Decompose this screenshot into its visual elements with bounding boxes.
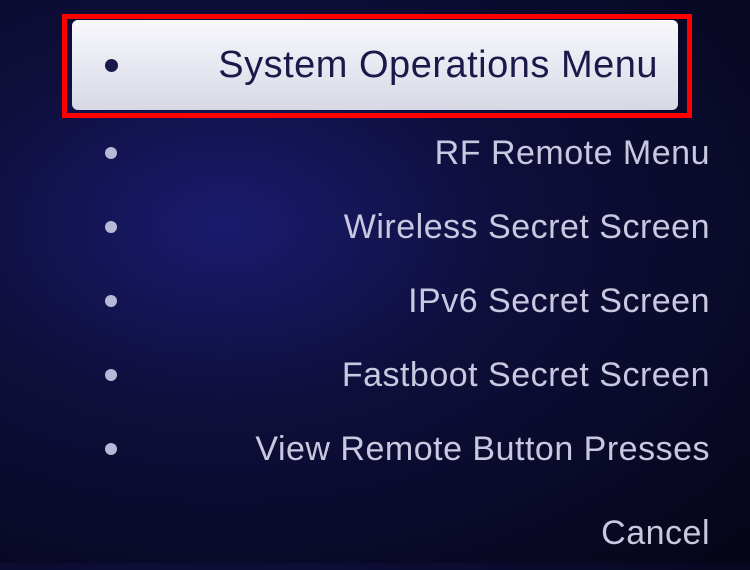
menu-item-view-remote-presses[interactable]: View Remote Button Presses (0, 412, 750, 486)
menu-item-cancel[interactable]: Cancel (0, 496, 750, 570)
secret-menu: System Operations Menu RF Remote Menu Wi… (0, 0, 750, 570)
menu-item-system-operations[interactable]: System Operations Menu (72, 20, 678, 110)
menu-item-fastboot-secret[interactable]: Fastboot Secret Screen (0, 338, 750, 412)
bullet-icon (105, 59, 118, 72)
menu-item-ipv6-secret[interactable]: IPv6 Secret Screen (0, 264, 750, 338)
bullet-icon (105, 221, 117, 233)
menu-item-label: IPv6 Secret Screen (117, 282, 710, 321)
menu-item-label: Fastboot Secret Screen (117, 356, 710, 395)
menu-item-label: RF Remote Menu (117, 134, 710, 173)
bullet-icon (105, 147, 117, 159)
menu-item-wireless-secret[interactable]: Wireless Secret Screen (0, 190, 750, 264)
menu-item-label: View Remote Button Presses (117, 430, 710, 469)
menu-item-rf-remote[interactable]: RF Remote Menu (0, 116, 750, 190)
menu-item-label: Cancel (117, 514, 710, 553)
menu-item-label: System Operations Menu (118, 44, 658, 87)
menu-item-label: Wireless Secret Screen (117, 208, 710, 247)
bullet-icon (105, 369, 117, 381)
bullet-icon (105, 443, 117, 455)
bullet-icon (105, 295, 117, 307)
